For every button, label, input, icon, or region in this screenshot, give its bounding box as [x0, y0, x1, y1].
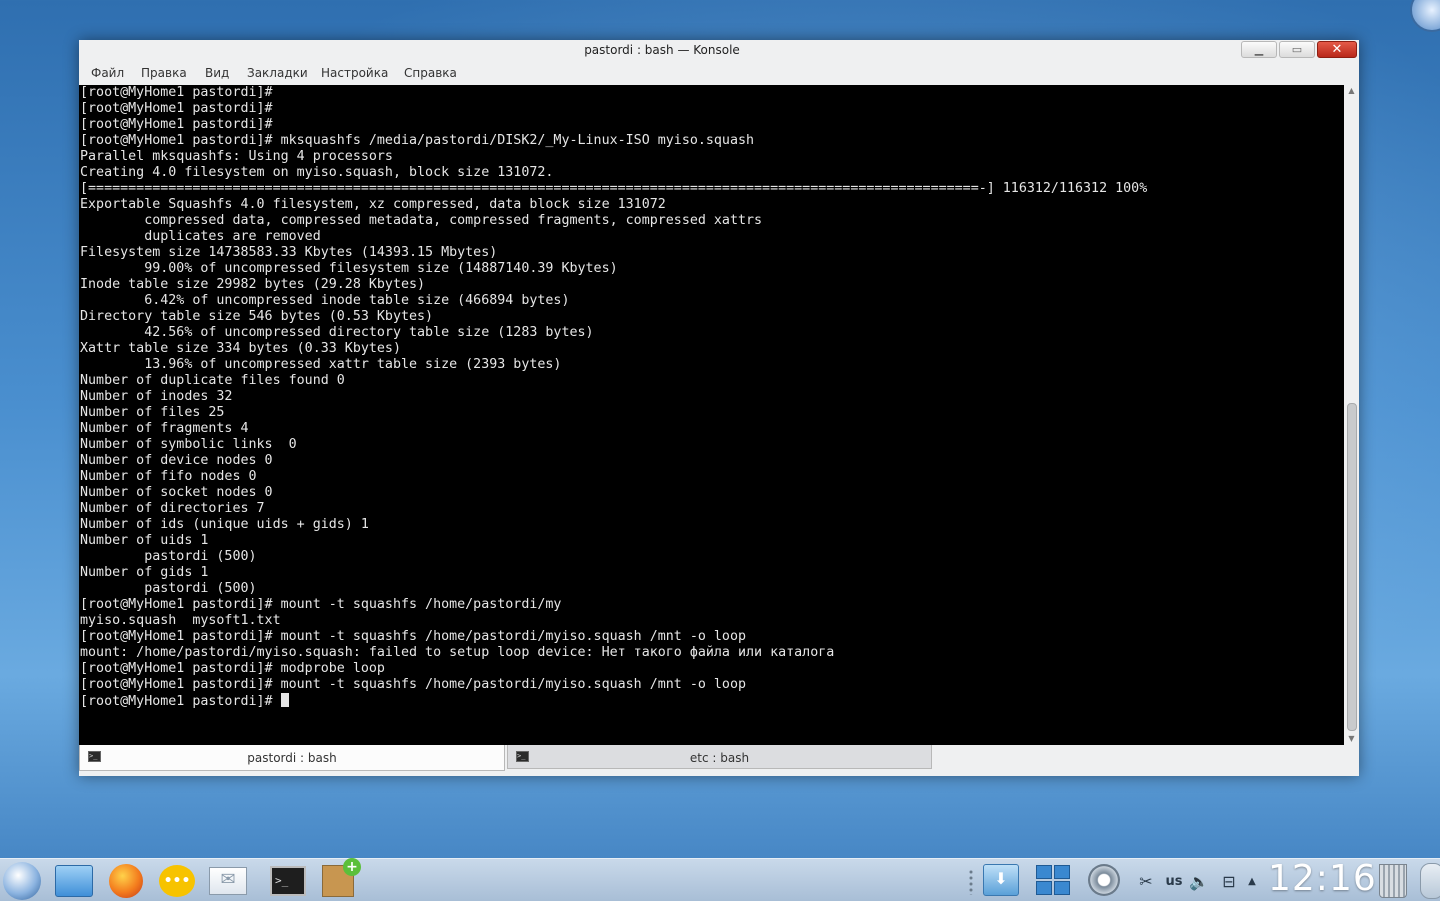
kde-menu-icon: [3, 862, 41, 900]
terminal-line: [root@MyHome1 pastordi]#: [80, 117, 273, 132]
title-bar[interactable]: pastordi : bash — Konsole ▁ ▭ ✕: [79, 40, 1359, 62]
pager-icon: [1036, 865, 1070, 895]
terminal-line: Number of fifo nodes 0: [80, 469, 257, 484]
mail-icon: ✉: [209, 867, 247, 895]
terminal-line: [=======================================…: [80, 181, 1148, 196]
menu-file[interactable]: Файл: [91, 66, 124, 80]
trash-button[interactable]: [1376, 861, 1408, 899]
downloads-tray[interactable]: ⬇: [982, 862, 1020, 898]
scroll-down-arrow-icon[interactable]: ▼: [1344, 733, 1359, 745]
terminal-line: [root@MyHome1 pastordi]# mksquashfs /med…: [80, 133, 755, 148]
kde-menu-button[interactable]: [2, 862, 42, 900]
terminal-line: Inode table size 29982 bytes (29.28 Kbyt…: [80, 277, 426, 292]
menu-bookmarks[interactable]: Закладки: [247, 66, 308, 80]
terminal-line: duplicates are removed: [80, 229, 321, 244]
terminal-line: [root@MyHome1 pastordi]#: [80, 85, 273, 100]
mail-launcher[interactable]: ✉: [208, 863, 248, 899]
terminal-line: 42.56% of uncompressed directory table s…: [80, 325, 594, 340]
terminal-line: mount: /home/pastordi/myiso.squash: fail…: [80, 645, 835, 660]
terminal-line: Parallel mksquashfs: Using 4 processors: [80, 149, 393, 164]
terminal-line: Filesystem size 14738583.33 Kbytes (1439…: [80, 245, 498, 260]
terminal-line: [root@MyHome1 pastordi]# mount -t squash…: [80, 629, 747, 644]
terminal-line: [root@MyHome1 pastordi]# mount -t squash…: [80, 677, 747, 692]
chat-launcher[interactable]: •••: [157, 863, 197, 899]
terminal-line: Number of fragments 4: [80, 421, 249, 436]
terminal-line: Number of inodes 32: [80, 389, 233, 404]
trash-icon: [1379, 864, 1407, 898]
terminal-line: 6.42% of uncompressed inode table size (…: [80, 293, 570, 308]
installer-launcher[interactable]: +: [318, 858, 361, 899]
terminal-line: Number of directories 7: [80, 501, 265, 516]
menu-bar: Файл Правка Вид Закладки Настройка Справ…: [79, 62, 1359, 84]
clock[interactable]: 12:16: [1268, 859, 1377, 899]
menu-settings[interactable]: Настройка: [321, 66, 388, 80]
terminal-line: myiso.squash mysoft1.txt: [80, 613, 281, 628]
terminal-line: Number of socket nodes 0: [80, 485, 273, 500]
konsole-window: pastordi : bash — Konsole ▁ ▭ ✕ Файл Пра…: [79, 40, 1359, 776]
tab-bar: >_ pastordi : bash >_ etc : bash: [79, 745, 1359, 776]
installer-icon: +: [322, 858, 361, 897]
downloads-icon: ⬇: [983, 864, 1019, 896]
tray-expand-icon[interactable]: ▲: [1245, 867, 1259, 895]
menu-edit[interactable]: Правка: [141, 66, 187, 80]
terminal-line: Number of gids 1: [80, 565, 209, 580]
terminal-line: [root@MyHome1 pastordi]# mount -t squash…: [80, 597, 562, 612]
terminal-prompt-line[interactable]: [root@MyHome1 pastordi]#: [80, 693, 1147, 709]
terminal-line: Number of ids (unique uids + gids) 1: [80, 517, 369, 532]
terminal-line: Number of uids 1: [80, 533, 209, 548]
terminal-output[interactable]: [root@MyHome1 pastordi]# [root@MyHome1 pa…: [79, 85, 1344, 745]
firefox-icon: [109, 864, 143, 898]
firefox-launcher[interactable]: [106, 863, 146, 899]
terminal-line: 99.00% of uncompressed filesystem size (…: [80, 261, 618, 276]
dolphin-icon: [55, 865, 93, 897]
terminal-line: Directory table size 546 bytes (0.53 Kby…: [80, 309, 434, 324]
file-manager-launcher[interactable]: [54, 863, 94, 899]
konsole-icon: >_: [270, 866, 306, 896]
terminal-line: pastordi (500): [80, 581, 257, 596]
terminal-line: compressed data, compressed metadata, co…: [80, 213, 763, 228]
terminal-line: Creating 4.0 filesystem on myiso.squash,…: [80, 165, 554, 180]
tab-pastordi-bash[interactable]: >_ pastordi : bash: [79, 745, 505, 771]
menu-view[interactable]: Вид: [205, 66, 229, 80]
network-icon[interactable]: ⊟: [1218, 867, 1240, 895]
terminal-scrollbar[interactable]: ▲ ▼: [1344, 85, 1359, 745]
window-title: pastordi : bash — Konsole: [584, 43, 740, 57]
settings-icon: [1088, 864, 1120, 896]
volume-icon[interactable]: 🔈: [1188, 867, 1210, 895]
konsole-launcher[interactable]: >_: [268, 863, 308, 899]
minimize-button[interactable]: ▁: [1241, 41, 1277, 58]
terminal-cursor: [280, 693, 289, 707]
panel-separator[interactable]: [968, 869, 974, 895]
scissors-icon[interactable]: ✂: [1136, 867, 1156, 895]
terminal-line: [root@MyHome1 pastordi]# modprobe loop: [80, 661, 385, 676]
scroll-up-arrow-icon[interactable]: ▲: [1344, 85, 1359, 97]
terminal-line: pastordi (500): [80, 549, 257, 564]
desktop-pager[interactable]: [1034, 862, 1072, 898]
terminal-line: [root@MyHome1 pastordi]#: [80, 101, 273, 116]
terminal-line: Number of device nodes 0: [80, 453, 273, 468]
terminal-line: Xattr table size 334 bytes (0.33 Kbytes): [80, 341, 401, 356]
menu-help[interactable]: Справка: [404, 66, 457, 80]
terminal-line: Exportable Squashfs 4.0 filesystem, xz c…: [80, 197, 666, 212]
terminal-line: 13.96% of uncompressed xattr table size …: [80, 357, 562, 372]
tab-etc-bash[interactable]: >_ etc : bash: [507, 745, 932, 769]
terminal-line: Number of duplicate files found 0: [80, 373, 345, 388]
close-button[interactable]: ✕: [1317, 41, 1357, 58]
system-settings-tray[interactable]: [1085, 862, 1123, 898]
tab-label: pastordi : bash: [247, 751, 337, 765]
terminal-lines: [root@MyHome1 pastordi]# [root@MyHome1 pa…: [80, 85, 1147, 709]
terminal-prompt: [root@MyHome1 pastordi]#: [80, 694, 281, 709]
terminal-line: Number of symbolic links 0: [80, 437, 297, 452]
panel-toolbox-icon[interactable]: [1420, 863, 1440, 899]
maximize-button[interactable]: ▭: [1279, 41, 1315, 58]
chat-icon: •••: [159, 865, 195, 897]
taskbar-panel: ••• ✉ >_ + ⬇ ✂ us 🔈 ⊟ ▲ 12:16: [0, 858, 1440, 901]
tab-label: etc : bash: [689, 751, 750, 765]
scrollbar-thumb[interactable]: [1347, 403, 1357, 731]
terminal-line: Number of files 25: [80, 405, 225, 420]
keyboard-layout[interactable]: us: [1163, 867, 1185, 895]
